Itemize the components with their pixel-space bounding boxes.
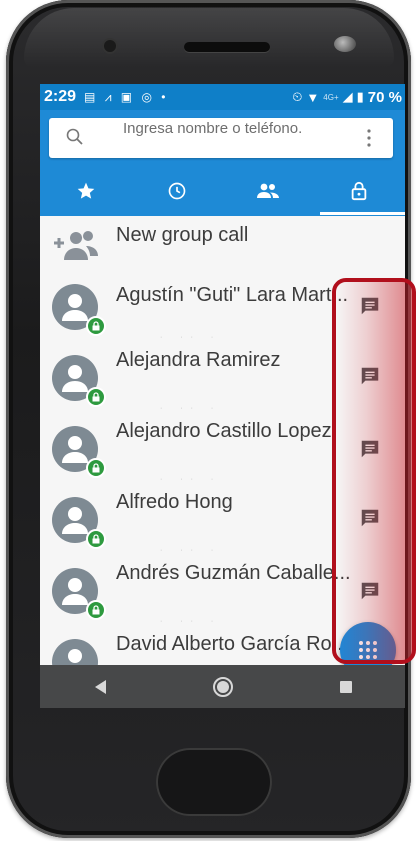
secure-lock-badge: [86, 316, 106, 336]
tab-favorites[interactable]: [40, 168, 131, 214]
overflow-menu-icon[interactable]: [367, 128, 371, 148]
row-separator: · ·· ·: [160, 547, 222, 554]
contact-name: Agustín "Guti" Lara Mart...: [116, 284, 349, 306]
add-group-icon: [54, 231, 98, 260]
lock-icon: [92, 605, 100, 615]
highlight-box: [332, 278, 416, 664]
proximity-sensor: [334, 36, 356, 52]
status-right: ⏲ ▼ 4G+ ◢ ▮ 70 %: [292, 89, 402, 106]
person-icon: [62, 365, 88, 392]
avatar: [52, 639, 98, 665]
tab-secure[interactable]: [314, 168, 405, 215]
contact-name: Andrés Guzmán Caballe...: [116, 562, 351, 584]
tab-contacts[interactable]: [223, 168, 314, 214]
status-bar: 2:29 ▤ ⩘ ▣ ◎ • ⏲ ▼ 4G+ ◢ ▮ 70 %: [40, 84, 405, 110]
battery-percent: 70 %: [367, 88, 402, 106]
earpiece-speaker: [184, 42, 270, 52]
signal-icon: ◢: [342, 89, 353, 104]
alarm-icon: ⏲: [292, 89, 303, 104]
lock-icon: [92, 392, 100, 402]
home-icon[interactable]: [212, 676, 234, 698]
row-separator: · ·· ·: [160, 618, 222, 625]
lock-icon: [92, 321, 100, 331]
back-icon[interactable]: [93, 679, 107, 695]
lock-icon: [352, 181, 367, 201]
network-type: 4G+: [323, 92, 339, 102]
avatar: [52, 568, 106, 620]
wifi-icon: ▼: [306, 89, 320, 105]
contact-name: Alejandra Ramirez: [116, 349, 281, 371]
person-icon: [62, 436, 88, 463]
row-separator: · ·· ·: [160, 476, 222, 483]
tab-bar: [40, 168, 405, 215]
recents-icon[interactable]: [339, 680, 353, 694]
secure-lock-badge: [86, 387, 106, 407]
person-icon: [62, 507, 88, 534]
person-icon: [62, 578, 88, 605]
tab-recents[interactable]: [131, 168, 222, 214]
search-input[interactable]: Ingresa nombre o teléfono.: [123, 121, 313, 137]
star-icon: [77, 182, 94, 199]
app-bar: Ingresa nombre o teléfono.: [40, 110, 405, 216]
lock-icon: [92, 534, 100, 544]
person-icon: [68, 649, 82, 663]
front-camera: [104, 40, 116, 52]
secure-lock-badge: [86, 529, 106, 549]
secure-lock-badge: [86, 600, 106, 620]
fingerprint-button[interactable]: [156, 748, 272, 816]
contact-name: Alfredo Hong: [116, 491, 233, 513]
new-group-call-row[interactable]: New group call: [40, 216, 405, 286]
search-icon: [66, 128, 83, 145]
new-group-call-label: New group call: [116, 224, 249, 246]
contact-name: Alejandro Castillo Lopez: [116, 420, 332, 442]
search-bar[interactable]: Ingresa nombre o teléfono.: [49, 118, 393, 158]
navigation-bar: [40, 665, 405, 708]
clock-icon: [168, 182, 186, 200]
contact-name: David Alberto García Ro...: [116, 633, 349, 655]
battery-icon: ▮: [356, 89, 364, 104]
row-separator: · ·· ·: [160, 405, 222, 412]
secure-lock-badge: [86, 458, 106, 478]
person-icon: [62, 294, 88, 321]
avatar: [52, 426, 106, 478]
notification-icons: ▤ ⩘ ▣ ◎ •: [84, 89, 169, 104]
avatar: [52, 284, 106, 336]
status-time: 2:29: [44, 88, 77, 105]
avatar: [52, 497, 106, 549]
avatar: [52, 355, 106, 407]
lock-icon: [92, 463, 100, 473]
row-separator: · ·· ·: [160, 334, 222, 341]
contacts-icon: [257, 183, 280, 198]
